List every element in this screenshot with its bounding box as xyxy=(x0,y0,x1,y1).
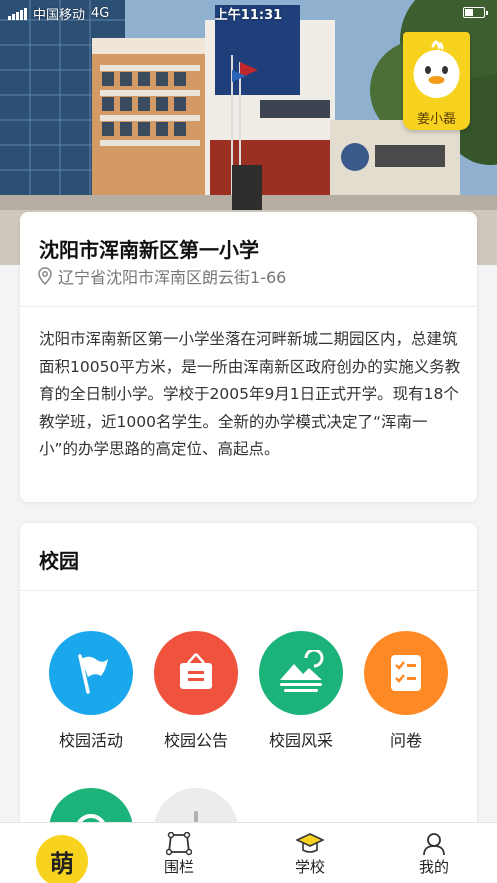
flag-icon xyxy=(49,631,133,715)
checklist-icon xyxy=(364,631,448,715)
nav-label: 围栏 xyxy=(163,858,194,876)
campus-item-label: 校园活动 xyxy=(58,731,123,750)
campus-section-title: 校园 xyxy=(39,549,79,573)
school-info-card: 沈阳市浑南新区第一小学 辽宁省沈阳市浑南区朗云街1-66 沈阳市浑南新区第一小学… xyxy=(20,212,477,502)
questionnaire-button[interactable]: 问卷 xyxy=(356,631,456,751)
campus-item-label: 问卷 xyxy=(389,731,422,750)
nav-label: 学校 xyxy=(294,858,325,876)
campus-item-label: 校园公告 xyxy=(163,731,228,750)
school-address-text: 辽宁省沈阳市浑南区朗云街1-66 xyxy=(58,268,287,287)
status-time: 上午11:31 xyxy=(214,8,283,23)
fence-icon xyxy=(166,832,192,856)
nav-label: 我的 xyxy=(418,858,449,876)
nav-item-fence[interactable]: 围栏 xyxy=(134,823,224,883)
campus-activity-button[interactable]: 校园活动 xyxy=(41,631,141,751)
mascot-tag[interactable]: 姜小磊 xyxy=(403,32,470,130)
campus-card: 校园 校园活动 校园公告 校园风采 问卷 xyxy=(20,523,477,872)
graduation-cap-icon xyxy=(296,833,324,853)
notice-board-icon xyxy=(154,631,238,715)
campus-notice-button[interactable]: 校园公告 xyxy=(146,631,246,751)
status-bar: 中国移动 4G 上午11:31 xyxy=(0,0,497,26)
mascot-name: 姜小磊 xyxy=(416,112,456,127)
nav-item-school[interactable]: 学校 xyxy=(265,823,355,883)
divider xyxy=(20,590,477,591)
bottom-nav: 萌 围栏 学校 我的 xyxy=(0,822,497,883)
duck-mascot-icon xyxy=(413,40,460,98)
school-description: 沈阳市浑南新区第一小学坐落在河畔新城二期园区内，总建筑面积10050平方米，是一… xyxy=(39,330,461,458)
location-pin-icon xyxy=(38,267,52,285)
nav-item-mine[interactable]: 我的 xyxy=(389,823,479,883)
landscape-icon xyxy=(259,631,343,715)
divider xyxy=(20,306,477,307)
home-meng-button[interactable]: 萌 xyxy=(36,835,88,883)
school-address[interactable]: 辽宁省沈阳市浑南区朗云街1-66 xyxy=(37,264,286,288)
battery-icon xyxy=(463,7,488,18)
campus-item-label: 校园风采 xyxy=(268,731,333,750)
school-name: 沈阳市浑南新区第一小学 xyxy=(39,238,259,262)
user-icon xyxy=(423,833,445,856)
campus-style-button[interactable]: 校园风采 xyxy=(251,631,351,751)
